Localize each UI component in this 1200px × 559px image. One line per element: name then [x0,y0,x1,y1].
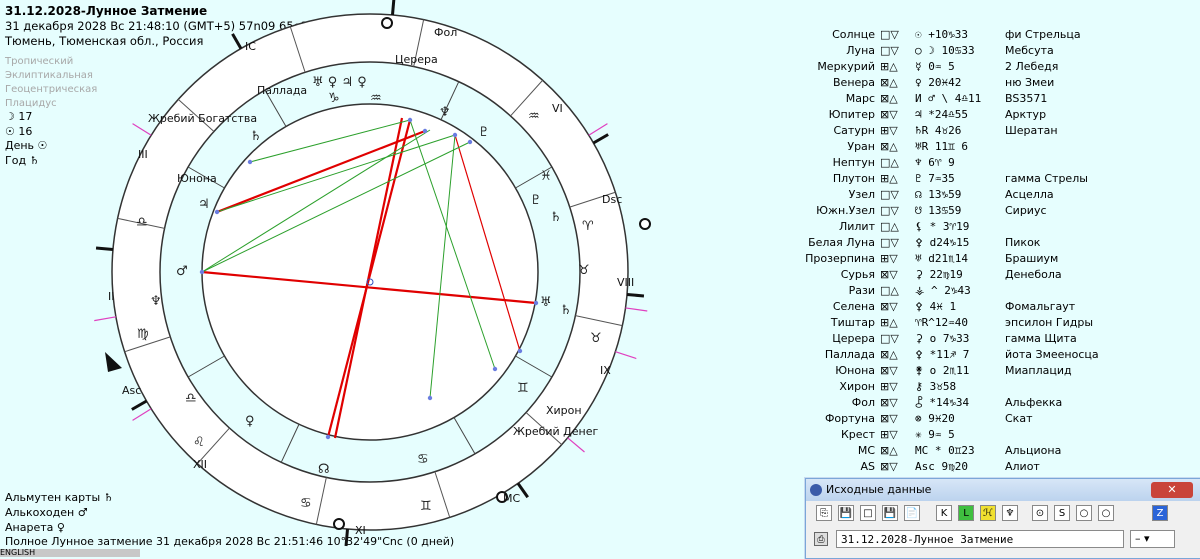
natal-chart-wheel[interactable]: IC III II VI Dsc VIII IX MC XI XII Asc Ф… [94,0,660,547]
app-icon [810,484,822,496]
svg-text:♄: ♄ [250,129,262,144]
svg-text:♑: ♑ [328,91,340,106]
house-label-asc: Asc [122,384,141,397]
l-button[interactable]: L [958,505,974,521]
s-button[interactable]: S [1054,505,1070,521]
almuten-label: Альмутен карты [5,491,101,504]
svg-text:♍: ♍ [137,327,149,342]
chart-dropdown[interactable]: – ▾ [1130,530,1175,548]
svg-text:♋: ♋ [300,496,312,511]
new-icon[interactable]: □ [860,505,876,521]
svg-text:♆: ♆ [150,294,162,309]
close-button[interactable]: ✕ [1151,482,1193,498]
svg-text:♒: ♒ [528,109,540,124]
svg-text:♌: ♌ [193,435,205,450]
copy-icon[interactable]: ⎘ [816,505,832,521]
svg-text:♀: ♀ [245,414,255,429]
chart-name-field[interactable]: 31.12.2028-Лунное Затмение [836,530,1124,548]
year-ruler: Год ♄ [5,153,40,167]
z-button[interactable]: Z [1152,505,1168,521]
label-chiron: Хирон [546,404,582,417]
day-ruler: День ☉ [5,139,48,152]
svg-text:♋: ♋ [417,452,429,467]
source-data-dialog[interactable]: Исходные данные ✕ ⎘ 💾 □ 💾 📄 K L ℋ ♆ ⊙ S … [805,478,1200,559]
svg-text:♂: ♂ [176,264,188,279]
anareta-glyph: ♀ [56,521,65,534]
status-bar: ENGLISH [0,549,140,557]
svg-text:♊: ♊ [420,499,432,514]
dialog-title: Исходные данные [826,483,932,496]
radio-1[interactable]: ○ [1076,505,1092,521]
svg-text:♆: ♆ [439,105,451,120]
alcocoden-label: Алькоходен [5,506,75,519]
label-fol: Фол [434,26,457,39]
target-icon[interactable]: ⊙ [1032,505,1048,521]
house-label-viii: VIII [617,276,634,289]
day-ruler-info: ☽ 17 ☉ 16 День ☉ Год ♄ [5,110,47,168]
option-houses: Плацидус [5,98,57,109]
house-label-ix: IX [600,364,611,377]
house-label-mc: MC [503,492,520,505]
option-zodiac: Тропический [5,56,74,67]
house-label-ii: II [108,290,115,303]
svg-text:♊: ♊ [517,381,529,396]
house-label-vi: VI [552,102,563,115]
svg-text:♅ ♀ ♃ ♀: ♅ ♀ ♃ ♀ [312,75,367,90]
h-button[interactable]: ℋ [980,505,996,521]
svg-text:♄: ♄ [560,303,572,318]
svg-text:☊: ☊ [318,462,330,477]
svg-text:♄: ♄ [550,210,562,225]
document-icon[interactable]: 📄 [904,505,920,521]
dialog-titlebar[interactable]: Исходные данные ✕ [806,479,1200,501]
chart-options: Тропический Эклиптикальная Геоцентрическ… [5,55,97,111]
alcocoden-glyph: ♂ [77,506,88,519]
radio-2[interactable]: ○ [1098,505,1114,521]
label-money-lot: Жребий Денег [513,425,598,438]
label-fortune-lot: Жребий Богатства [148,112,257,125]
svg-text:♒: ♒ [370,91,382,106]
almuten-glyph: ♄ [103,491,114,504]
record-icon[interactable]: ⎙ [814,532,828,546]
svg-text:♃: ♃ [198,197,210,212]
disk-icon[interactable]: 💾 [882,505,898,521]
svg-text:♈: ♈ [582,219,594,234]
svg-text:♎: ♎ [185,391,197,406]
option-center: Геоцентрическая [5,84,98,95]
label-juno: Юнона [177,172,217,185]
svg-text:♇: ♇ [478,125,490,140]
label-ceres: Церера [395,53,438,66]
chart-rulers: Альмутен карты ♄ Алькоходен ♂ Анарета ♀ [5,490,114,535]
k-button[interactable]: K [936,505,952,521]
save-icon[interactable]: 💾 [838,505,854,521]
svg-text:♉: ♉ [578,263,590,278]
svg-text:♇: ♇ [530,193,542,208]
dialog-toolbar: ⎘ 💾 □ 💾 📄 K L ℋ ♆ ⊙ S ○ ○ Z [806,501,1200,525]
svg-text:♎: ♎ [136,215,148,230]
svg-text:♓: ♓ [540,169,552,184]
house-label-xii: XII [193,458,207,471]
house-label-ic: IC [245,40,256,53]
label-pallas: Паллада [257,84,307,97]
sun-day: 16 [18,124,33,138]
svg-text:♅: ♅ [540,295,552,310]
house-label-dsc: Dsc [602,193,622,206]
house-label-iii: III [138,148,148,161]
moon-day: 17 [18,110,33,123]
option-coordinates: Эклиптикальная [5,70,93,81]
moon-glyph: ☽ [5,110,15,123]
neptune-icon[interactable]: ♆ [1002,505,1018,521]
anareta-label: Анарета [5,521,54,534]
sun-glyph: ☉ [5,124,15,138]
svg-text:♉: ♉ [590,331,602,346]
eclipse-info: Полное Лунное затмение 31 декабря 2028 В… [5,535,455,548]
